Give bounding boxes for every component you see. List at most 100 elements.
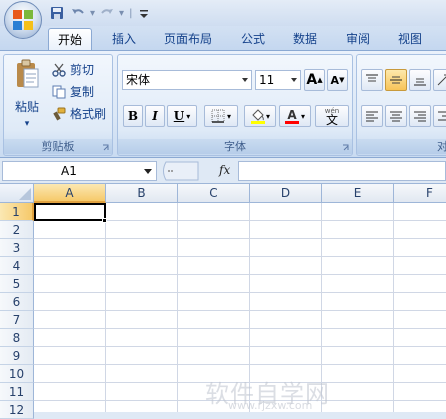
paint-bucket-icon — [250, 109, 265, 124]
gridline — [34, 364, 446, 365]
row-header[interactable]: 10 — [0, 365, 34, 383]
column-header[interactable]: A — [34, 184, 106, 203]
underline-icon: U — [173, 109, 185, 123]
shrink-font-button[interactable]: A ▼ — [327, 69, 348, 91]
font-dialog-launcher-icon[interactable] — [342, 144, 350, 152]
row-header[interactable]: 11 — [0, 383, 34, 401]
scissors-icon — [52, 63, 66, 77]
office-button[interactable] — [4, 1, 42, 39]
formula-input[interactable] — [238, 161, 446, 181]
font-name-combo[interactable]: 宋体 — [122, 70, 252, 90]
row-header[interactable]: 3 — [0, 239, 34, 257]
undo-icon[interactable] — [69, 4, 87, 22]
borders-button[interactable]: ▾ — [204, 105, 238, 127]
align-left-button[interactable] — [361, 105, 383, 127]
tab-data[interactable]: 数据 — [284, 28, 326, 50]
fill-handle[interactable] — [102, 218, 107, 223]
name-box-value: A1 — [61, 164, 77, 178]
save-icon[interactable] — [48, 4, 66, 22]
gridline — [34, 328, 446, 329]
tab-page-layout[interactable]: 页面布局 — [155, 28, 221, 50]
tab-home[interactable]: 开始 — [48, 28, 93, 50]
indent-icon — [438, 111, 446, 121]
orientation-button[interactable] — [433, 69, 446, 91]
bold-button[interactable]: B — [123, 105, 143, 127]
active-cell-a1[interactable] — [34, 203, 106, 221]
row-header[interactable]: 5 — [0, 275, 34, 293]
formula-bar-divider-icon[interactable] — [160, 161, 200, 181]
chevron-down-icon[interactable] — [242, 78, 248, 82]
align-bottom-button[interactable] — [409, 69, 431, 91]
format-painter-icon — [53, 107, 66, 120]
row-header[interactable]: 6 — [0, 293, 34, 311]
paste-button[interactable]: 粘贴 ▾ — [10, 59, 44, 129]
chevron-down-icon[interactable] — [291, 78, 297, 82]
column-header[interactable]: F — [394, 184, 446, 203]
row-header[interactable]: 9 — [0, 347, 34, 365]
fill-color-button[interactable]: ▾ — [244, 105, 276, 127]
underline-button[interactable]: U ▾ — [167, 105, 197, 127]
column-header[interactable]: B — [106, 184, 178, 203]
chevron-down-icon[interactable]: ▾ — [186, 112, 190, 121]
italic-button[interactable]: I — [145, 105, 165, 127]
watermark-url: www.rjzxw.com — [228, 399, 313, 412]
font-color-icon: A — [287, 107, 297, 122]
paste-icon — [17, 59, 39, 88]
align-right-button[interactable] — [409, 105, 431, 127]
border-icon — [211, 109, 225, 123]
row-header[interactable]: 4 — [0, 257, 34, 275]
chevron-down-icon[interactable] — [144, 169, 152, 174]
formula-bar: A1 fx — [0, 158, 446, 184]
font-size-combo[interactable]: 11 — [255, 70, 301, 90]
column-header[interactable]: C — [178, 184, 250, 203]
format-painter-label: 格式刷 — [70, 107, 107, 121]
clipboard-group: 粘贴 ▾ 剪切 复制 格式刷 剪贴板 — [3, 54, 113, 156]
row-header[interactable]: 2 — [0, 221, 34, 239]
paste-label: 粘贴 — [14, 100, 39, 114]
customize-toolbar-icon[interactable] — [135, 4, 153, 22]
tab-insert[interactable]: 插入 — [103, 28, 145, 50]
row-header[interactable]: 1 — [0, 203, 34, 221]
paste-dropdown-icon[interactable]: ▾ — [10, 119, 44, 129]
tab-view[interactable]: 视图 — [389, 28, 431, 50]
bold-icon: B — [127, 109, 139, 123]
align-center-button[interactable] — [385, 105, 407, 127]
gridline — [177, 203, 178, 412]
indent-button[interactable] — [433, 105, 446, 127]
column-header[interactable]: D — [250, 184, 322, 203]
phonetic-guide-button[interactable]: wén 文 — [315, 105, 349, 127]
phonetic-char: 文 — [325, 113, 338, 127]
clipboard-dialog-launcher-icon[interactable] — [102, 144, 110, 152]
row-header[interactable]: 8 — [0, 329, 34, 347]
cut-button[interactable]: 剪切 — [52, 61, 94, 78]
row-header[interactable]: 12 — [0, 401, 34, 419]
name-box[interactable]: A1 — [2, 161, 157, 181]
grow-font-button[interactable]: A ▲ — [304, 69, 325, 91]
copy-button[interactable]: 复制 — [52, 83, 94, 100]
select-all-corner[interactable] — [0, 184, 34, 203]
align-middle-button[interactable] — [385, 69, 407, 91]
ribbon: 粘贴 ▾ 剪切 复制 格式刷 剪贴板 宋体 11 A ▲ A ▼ B I U ▾… — [0, 50, 446, 158]
grow-font-icon: A — [306, 72, 318, 88]
title-bar: ▾ ▾ | — [0, 0, 446, 28]
redo-dropdown-icon[interactable]: ▾ — [119, 8, 124, 19]
align-top-button[interactable] — [361, 69, 383, 91]
italic-icon: I — [152, 109, 158, 123]
format-painter-button[interactable]: 格式刷 — [52, 105, 106, 122]
column-header[interactable]: E — [322, 184, 394, 203]
formula-controls: fx — [160, 161, 238, 181]
tab-formulas[interactable]: 公式 — [232, 28, 274, 50]
chevron-down-icon[interactable]: ▾ — [227, 112, 231, 121]
align-middle-icon — [390, 76, 402, 84]
row-header[interactable]: 7 — [0, 311, 34, 329]
tab-review[interactable]: 审阅 — [337, 28, 379, 50]
gridline — [34, 292, 446, 293]
font-color-button[interactable]: A ▾ — [279, 105, 311, 127]
insert-function-icon[interactable]: fx — [219, 163, 230, 177]
chevron-down-icon[interactable]: ▾ — [266, 112, 270, 121]
alignment-group: 对 — [356, 54, 446, 156]
redo-icon[interactable] — [98, 4, 116, 22]
copy-icon — [52, 85, 66, 98]
undo-dropdown-icon[interactable]: ▾ — [90, 8, 95, 19]
chevron-down-icon[interactable]: ▾ — [301, 112, 305, 121]
